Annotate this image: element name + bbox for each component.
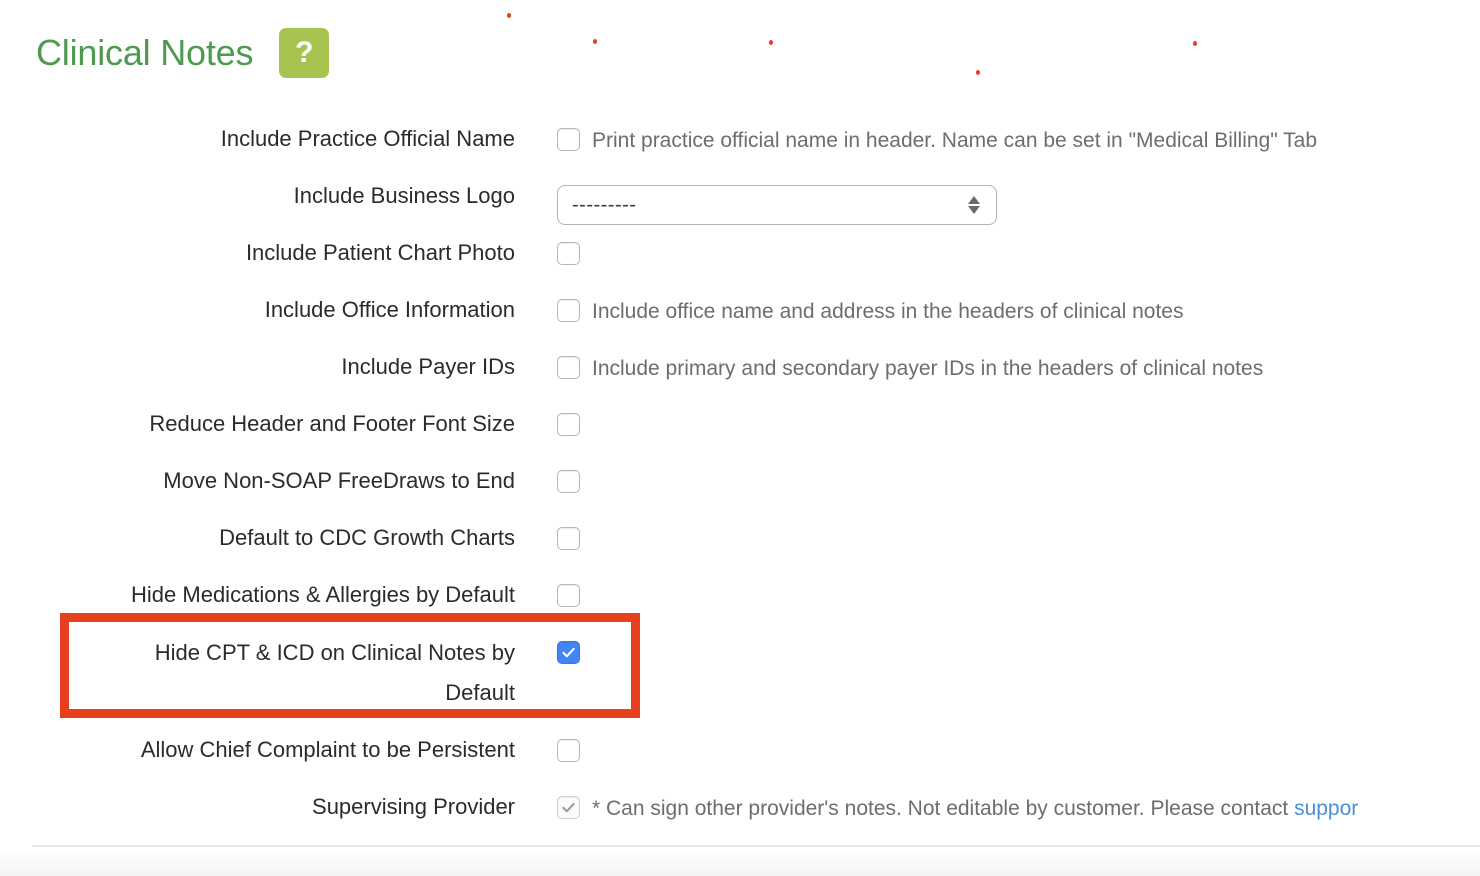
checkbox[interactable]	[557, 242, 580, 265]
row-label: Reduce Header and Footer Font Size	[149, 411, 515, 436]
row-help-text: Include primary and secondary payer IDs …	[592, 356, 1263, 381]
row-control	[515, 397, 580, 436]
row-label: Hide CPT & ICD on Clinical Notes by Defa…	[154, 640, 515, 705]
row-label: Include Payer IDs	[341, 354, 515, 379]
select-stepper-arrows[interactable]	[968, 196, 980, 214]
settings-row: Move Non-SOAP FreeDraws to End	[0, 454, 1480, 511]
settings-row: Hide CPT & ICD on Clinical Notes by Defa…	[0, 625, 1480, 723]
red-dot	[593, 39, 597, 44]
red-dot	[1193, 41, 1197, 46]
settings-row: Include Patient Chart Photo	[0, 226, 1480, 283]
settings-row: Reduce Header and Footer Font Size	[0, 397, 1480, 454]
row-help-text: Print practice official name in header. …	[592, 128, 1317, 153]
row-label: Supervising Provider	[312, 794, 515, 819]
settings-row: Hide Medications & Allergies by Default	[0, 568, 1480, 625]
checkbox[interactable]	[557, 299, 580, 322]
row-help-label: Include office name and address in the h…	[592, 300, 1184, 323]
row-label: Include Practice Official Name	[220, 126, 515, 151]
settings-row: Include Business Logo ---------	[0, 169, 1480, 226]
settings-row: Include Practice Official Name Print prac…	[0, 112, 1480, 169]
checkbox[interactable]	[557, 413, 580, 436]
settings-row: Include Payer IDs Include primary and sec…	[0, 340, 1480, 397]
clinical-notes-settings-page: Clinical Notes ? Include Practice Offici…	[0, 0, 1480, 876]
row-label: Move Non-SOAP FreeDraws to End	[163, 468, 515, 493]
row-control: ---------	[515, 169, 997, 225]
row-control	[515, 723, 580, 762]
row-help-label: * Can sign other provider's notes. Not e…	[592, 797, 1295, 820]
settings-row: Include Office Information Include office…	[0, 283, 1480, 340]
checkbox[interactable]	[557, 641, 580, 664]
checkbox[interactable]	[557, 527, 580, 550]
page-header: Clinical Notes ?	[36, 28, 330, 78]
row-help-label: Include primary and secondary payer IDs …	[592, 357, 1264, 380]
business-logo-select[interactable]: ---------	[557, 185, 997, 225]
settings-row: Supervising Provider * Can sign other pro…	[0, 780, 1480, 837]
checkbox	[557, 796, 580, 819]
row-label: Hide Medications & Allergies by Default	[131, 582, 515, 607]
row-control: Print practice official name in header. …	[515, 112, 1317, 153]
row-help-label: Print practice official name in header. …	[592, 129, 1318, 152]
row-label: Include Patient Chart Photo	[245, 240, 515, 265]
row-control	[515, 625, 580, 664]
red-dot	[507, 13, 511, 18]
page-title: Clinical Notes	[36, 32, 254, 73]
settings-form: Include Practice Official Name Print prac…	[0, 112, 1480, 837]
settings-row: Allow Chief Complaint to be Persistent	[0, 723, 1480, 780]
red-dot	[976, 70, 980, 75]
up-arrow-icon[interactable]	[968, 196, 980, 204]
help-badge-icon[interactable]: ?	[279, 28, 330, 78]
row-help-text: Include office name and address in the h…	[592, 299, 1184, 324]
red-dot	[769, 40, 773, 45]
select-value: ---------	[572, 193, 637, 216]
row-control: Include primary and secondary payer IDs …	[515, 340, 1263, 381]
checkbox[interactable]	[557, 128, 580, 151]
row-control	[515, 511, 580, 550]
row-control	[515, 568, 580, 607]
row-help-text: * Can sign other provider's notes. Not e…	[592, 796, 1358, 821]
checkbox[interactable]	[557, 584, 580, 607]
row-label: Include Business Logo	[293, 183, 515, 208]
row-label: Include Office Information	[264, 297, 515, 322]
row-label: Allow Chief Complaint to be Persistent	[140, 737, 515, 762]
down-arrow-icon[interactable]	[968, 206, 980, 214]
checkbox[interactable]	[557, 356, 580, 379]
row-label: Default to CDC Growth Charts	[219, 525, 515, 550]
row-control	[515, 226, 580, 265]
support-link[interactable]: suppor	[1294, 797, 1358, 820]
bottom-fade	[0, 847, 1480, 876]
row-control	[515, 454, 580, 493]
row-control: Include office name and address in the h…	[515, 283, 1184, 324]
row-control: * Can sign other provider's notes. Not e…	[515, 780, 1358, 821]
checkbox[interactable]	[557, 470, 580, 493]
settings-row: Default to CDC Growth Charts	[0, 511, 1480, 568]
checkbox[interactable]	[557, 739, 580, 762]
